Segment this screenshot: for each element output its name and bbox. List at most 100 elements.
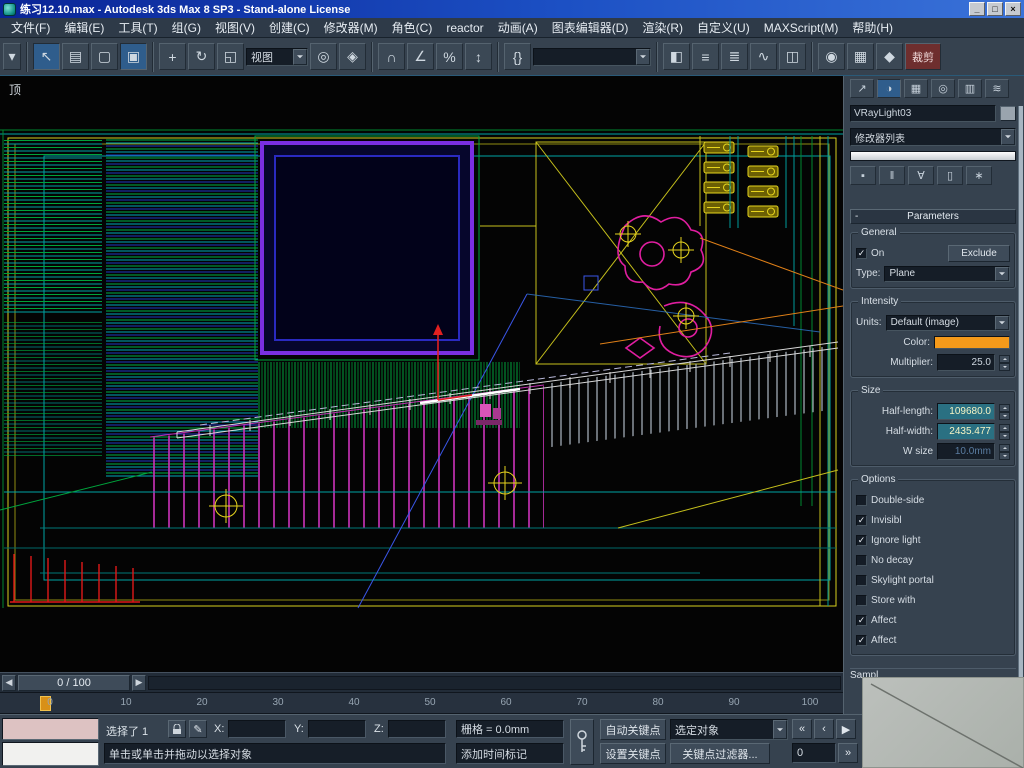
menu-maxscript[interactable]: MAXScript(M) — [757, 19, 846, 37]
menu-edit[interactable]: 编辑(E) — [57, 17, 111, 38]
pin-stack-icon[interactable]: ▪ — [850, 166, 876, 185]
use-pivot-center-icon[interactable]: ◎ — [310, 43, 337, 70]
spinner-snap-icon[interactable]: ↕ — [465, 43, 492, 70]
object-name-field[interactable]: VRayLight03 — [850, 105, 996, 122]
multiplier-spinner[interactable] — [999, 354, 1010, 371]
align-icon[interactable]: ≡ — [692, 43, 719, 70]
tab-hierarchy-icon[interactable]: ▦ — [904, 79, 928, 98]
panel-scrollbar[interactable] — [1018, 106, 1023, 714]
set-key-icon[interactable] — [570, 719, 594, 765]
exclude-button[interactable]: Exclude — [948, 245, 1010, 262]
show-end-result-icon[interactable]: ‖ — [879, 166, 905, 185]
auto-key-button[interactable]: 自动关键点 — [600, 719, 666, 740]
x-coordinate-field[interactable] — [228, 720, 286, 738]
light-color-swatch[interactable] — [934, 336, 1010, 349]
viewport-label[interactable]: 顶 — [9, 81, 21, 98]
named-selection-dropdown[interactable] — [533, 47, 651, 66]
option-double-side-checkbox[interactable] — [856, 495, 867, 506]
absolute-offset-icon[interactable]: ✎ — [189, 720, 207, 738]
tab-motion-icon[interactable]: ◎ — [931, 79, 955, 98]
maxscript-mini-listener[interactable] — [2, 718, 99, 740]
schematic-view-icon[interactable]: ◫ — [779, 43, 806, 70]
menu-views[interactable]: 视图(V) — [208, 17, 262, 38]
go-to-end-icon[interactable]: » — [838, 743, 858, 763]
on-checkbox[interactable]: ✓ — [856, 248, 867, 259]
option-skylight-portal-checkbox[interactable] — [856, 575, 867, 586]
menu-create[interactable]: 创建(C) — [262, 17, 317, 38]
configure-modifier-sets-icon[interactable]: ∗ — [966, 166, 992, 185]
chevron-down-icon[interactable] — [995, 315, 1009, 330]
menu-rendering[interactable]: 渲染(R) — [635, 17, 690, 38]
material-editor-icon[interactable]: ◉ — [818, 43, 845, 70]
half-length-spinner[interactable] — [999, 403, 1010, 420]
remove-modifier-icon[interactable]: ▯ — [937, 166, 963, 185]
select-object-icon[interactable]: ↖ — [33, 43, 60, 70]
previous-frame-icon[interactable]: ‹ — [814, 719, 834, 739]
snap-toggle-icon[interactable]: ∩ — [378, 43, 405, 70]
time-ruler[interactable]: 0 10 20 30 40 50 60 70 80 90 100 — [0, 692, 843, 714]
units-dropdown[interactable]: Default (image) — [885, 314, 1010, 331]
reference-coordinate-dropdown[interactable]: 视图 — [246, 47, 308, 66]
select-and-manipulate-icon[interactable]: ◈ — [339, 43, 366, 70]
z-coordinate-field[interactable] — [388, 720, 446, 738]
quick-render-icon[interactable]: ◆ — [876, 43, 903, 70]
frame-back-icon[interactable]: ◀ — [2, 674, 16, 691]
modifier-list-dropdown[interactable]: 修改器列表 — [850, 128, 1016, 146]
option-no-decay-checkbox[interactable] — [856, 555, 867, 566]
half-width-field[interactable]: 2435.477 — [937, 423, 995, 440]
select-and-scale-icon[interactable]: ◱ — [217, 43, 244, 70]
option-affect-diffuse-checkbox[interactable]: ✓ — [856, 615, 867, 626]
selection-lock-icon[interactable] — [168, 720, 186, 738]
chevron-down-icon[interactable] — [1001, 129, 1015, 145]
viewport-top[interactable]: 顶 — [0, 76, 843, 672]
option-invisible-checkbox[interactable]: ✓ — [856, 515, 867, 526]
named-selection-sets-icon[interactable]: {} — [504, 43, 531, 70]
parameters-rollout[interactable]: - Parameters — [850, 209, 1016, 224]
menu-reactor[interactable]: reactor — [439, 19, 490, 37]
frame-forward-icon[interactable]: ▶ — [132, 674, 146, 691]
menu-animation[interactable]: 动画(A) — [491, 17, 545, 38]
menu-help[interactable]: 帮助(H) — [845, 17, 900, 38]
select-and-rotate-icon[interactable]: ↻ — [188, 43, 215, 70]
select-and-move-icon[interactable]: + — [159, 43, 186, 70]
tab-modify-icon[interactable]: ◑ — [877, 79, 901, 98]
half-length-field[interactable]: 109680.0 — [937, 403, 995, 420]
menu-file[interactable]: 文件(F) — [4, 17, 57, 38]
menu-modifiers[interactable]: 修改器(M) — [317, 17, 385, 38]
tab-create-icon[interactable]: ↗ — [850, 79, 874, 98]
make-unique-icon[interactable]: ∀ — [908, 166, 934, 185]
curve-editor-icon[interactable]: ∿ — [750, 43, 777, 70]
menu-character[interactable]: 角色(C) — [385, 17, 440, 38]
time-slider-track[interactable] — [148, 675, 841, 690]
chevron-down-icon[interactable] — [773, 720, 787, 739]
chevron-down-icon[interactable] — [636, 48, 650, 65]
half-width-spinner[interactable] — [999, 423, 1010, 440]
angle-snap-icon[interactable]: ∠ — [407, 43, 434, 70]
crop-render-button[interactable]: 裁剪 — [905, 43, 941, 70]
tab-display-icon[interactable]: ▥ — [958, 79, 982, 98]
title-bar[interactable]: 练习12.10.max - Autodesk 3ds Max 8 SP3 - S… — [0, 0, 1024, 18]
tab-utilities-icon[interactable]: ≋ — [985, 79, 1009, 98]
menu-group[interactable]: 组(G) — [165, 17, 208, 38]
w-size-spinner[interactable] — [999, 443, 1010, 460]
key-filters-button[interactable]: 关键点过滤器... — [670, 743, 770, 764]
render-scene-icon[interactable]: ▦ — [847, 43, 874, 70]
viewport-canvas[interactable] — [0, 76, 843, 672]
option-affect-specular-checkbox[interactable]: ✓ — [856, 635, 867, 646]
maxscript-mini-listener-input[interactable] — [2, 742, 99, 766]
time-slider[interactable]: 0 / 100 — [18, 674, 130, 691]
set-keys-button[interactable]: 设置关键点 — [600, 743, 666, 764]
selection-filter-dropdown[interactable]: 选定对象 — [670, 719, 788, 740]
selection-region-icon[interactable]: ▢ — [91, 43, 118, 70]
chevron-down-icon[interactable] — [995, 266, 1009, 281]
option-ignore-light-checkbox[interactable]: ✓ — [856, 535, 867, 546]
maximize-icon[interactable]: □ — [987, 2, 1003, 16]
menu-tools[interactable]: 工具(T) — [111, 17, 164, 38]
modifier-stack[interactable] — [850, 151, 1016, 161]
current-frame-field[interactable]: 0 — [792, 743, 836, 763]
type-dropdown[interactable]: Plane — [884, 265, 1010, 282]
add-time-tag[interactable]: 添加时间标记 — [456, 743, 564, 764]
multiplier-field[interactable]: 25.0 — [937, 354, 995, 371]
toolbar-flyout-icon[interactable]: ▾ — [3, 43, 21, 70]
minimize-icon[interactable]: _ — [969, 2, 985, 16]
